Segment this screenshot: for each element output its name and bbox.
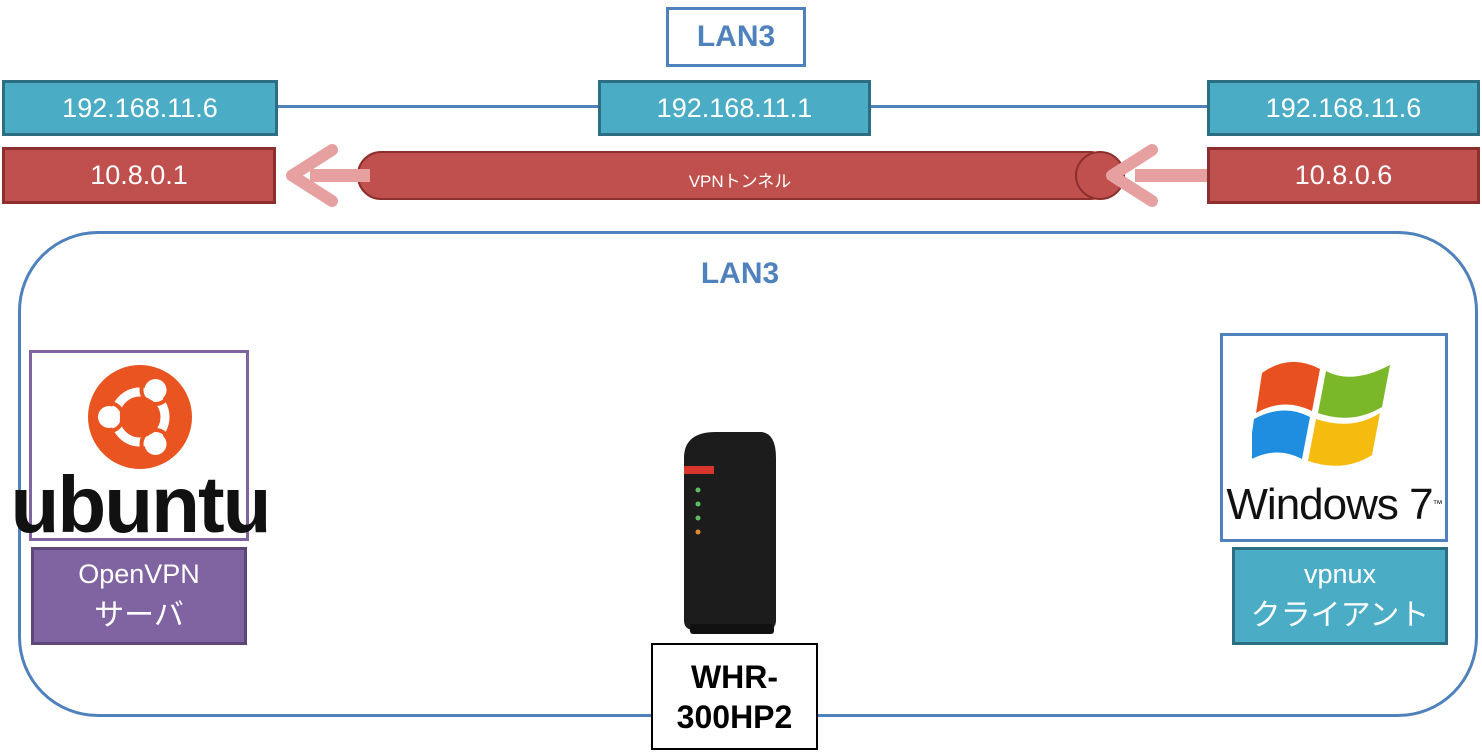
client-label-line1: vpnux [1303,558,1377,589]
windows7-tm: ™ [1432,499,1443,510]
openvpn-server-label: OpenVPN サーバ [31,547,247,645]
ubuntu-wordmark: ubuntu [10,460,272,549]
windows7-wordmark: Windows 7 ™ [1226,478,1442,532]
router-label-line2: 300HP2 [676,698,793,735]
lan-link-line-left [278,105,598,108]
arrow-left-icon [286,144,370,207]
router-model-label: WHR- 300HP2 [651,643,818,750]
server-lan-ip: 192.168.11.6 [2,80,278,136]
windows7-text: Windows 7 [1226,480,1433,529]
router-label-line1: WHR- [690,658,779,695]
lan-link-line-right [871,105,1209,108]
windows-logo-icon [1252,361,1390,466]
arrow-left-icon [1106,144,1207,207]
client-lan-ip: 192.168.11.6 [1207,80,1480,136]
server-label-line1: OpenVPN [78,558,200,589]
server-label-line2: サーバ [94,598,184,632]
lan3-title: LAN3 [666,7,806,67]
router-lan-ip: 192.168.11.1 [598,80,871,136]
router-device-icon [684,432,776,634]
client-vpn-ip: 10.8.0.6 [1207,147,1480,204]
client-label-line2: クライアント [1250,598,1430,632]
ubuntu-logo-icon [88,365,192,469]
lan3-region-label: LAN3 [700,257,780,290]
server-vpn-ip: 10.8.0.1 [2,147,276,204]
vpn-tunnel-label: VPNトンネル [688,171,792,191]
vpnux-client-label: vpnux クライアント [1232,547,1448,645]
